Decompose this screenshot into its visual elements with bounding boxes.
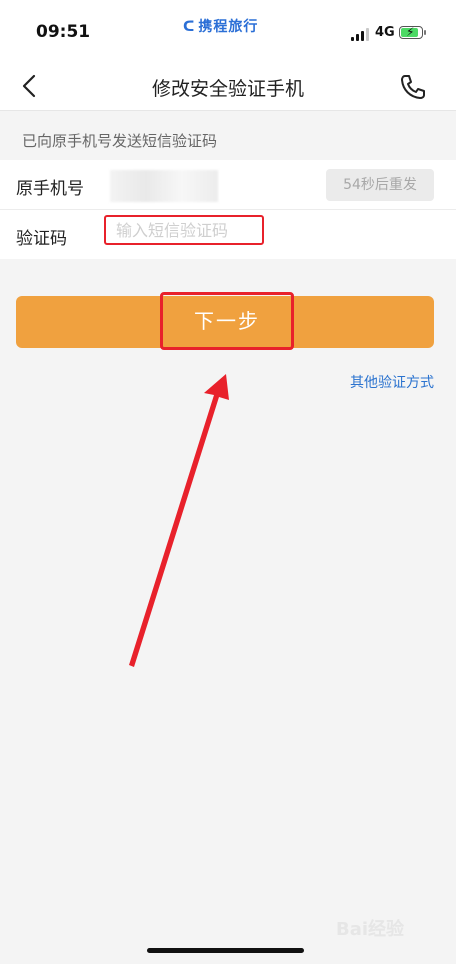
sms-sent-hint: 已向原手机号发送短信验证码 bbox=[0, 111, 456, 159]
page-title: 修改安全验证手机 bbox=[151, 78, 304, 100]
brand-logo-icon: ᑕ bbox=[183, 19, 196, 35]
signal-icon bbox=[351, 27, 371, 41]
hint-text: 已向原手机号发送短信验证码 bbox=[22, 132, 218, 150]
status-time: 09:51 bbox=[36, 22, 91, 42]
app-brand-label: 携程旅行 bbox=[198, 19, 259, 35]
original-phone-label: 原手机号 bbox=[16, 179, 84, 199]
original-phone-row: 原手机号 54秒后重发 bbox=[0, 160, 456, 210]
home-indicator bbox=[147, 948, 304, 953]
next-step-label[interactable]: 下一步 bbox=[160, 292, 294, 350]
other-verification-link[interactable]: 其他验证方式 bbox=[350, 372, 434, 392]
verification-code-label: 验证码 bbox=[16, 229, 67, 249]
app-brand: ᑕ 携程旅行 bbox=[183, 16, 258, 36]
battery-icon: ⚡ bbox=[399, 25, 423, 39]
phone-icon[interactable] bbox=[396, 70, 430, 104]
network-type: 4G bbox=[375, 25, 395, 40]
battery-cap bbox=[424, 30, 426, 35]
masked-phone-number bbox=[110, 170, 218, 202]
status-bar: 09:51 ᑕ 携程旅行 4G ⚡ bbox=[0, 0, 456, 62]
resend-button[interactable]: 54秒后重发 bbox=[326, 169, 434, 201]
verification-code-input[interactable] bbox=[104, 215, 264, 245]
nav-bar: 修改安全验证手机 bbox=[0, 62, 456, 111]
watermark: Bai经验 bbox=[336, 919, 405, 940]
